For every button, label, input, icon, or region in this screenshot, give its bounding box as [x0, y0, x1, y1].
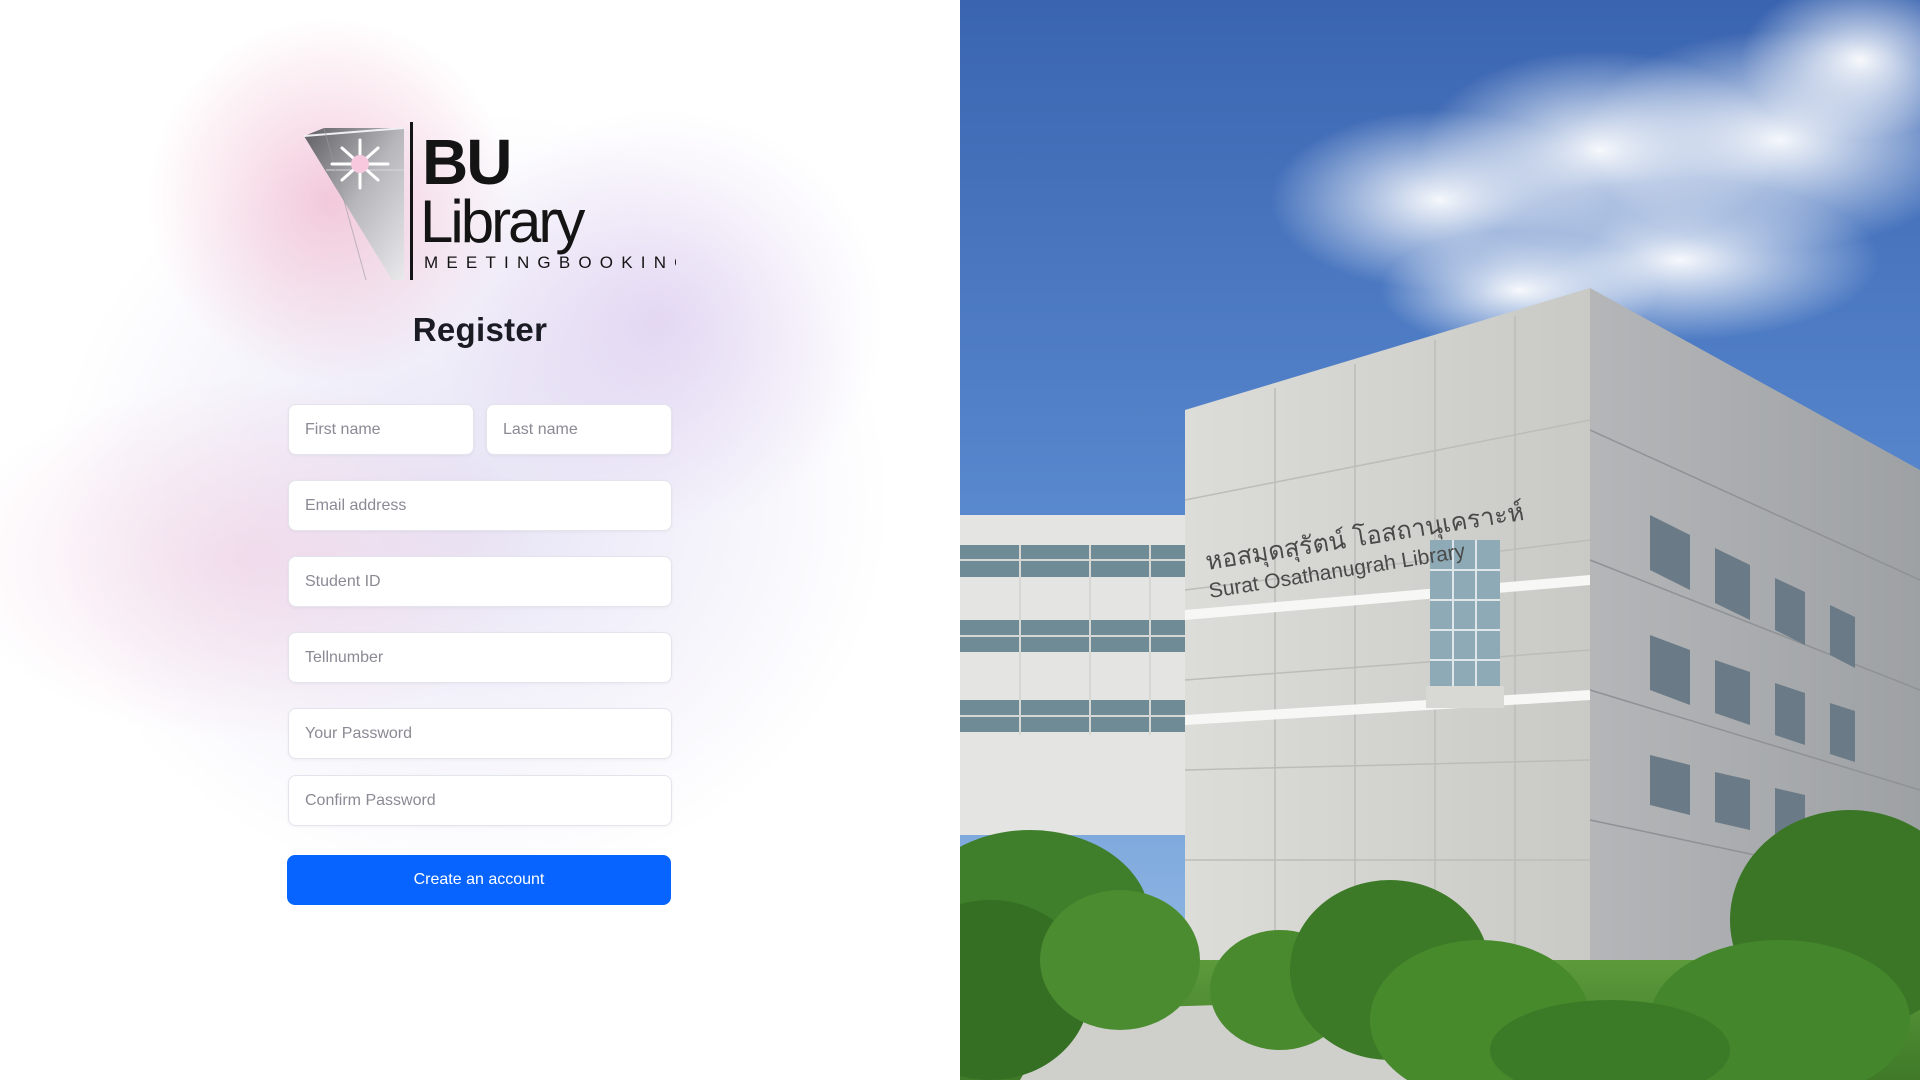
first-name-input[interactable] [289, 405, 473, 454]
logo-tagline: MEETINGBOOKING [424, 253, 676, 272]
library-photo: หอสมุดสุรัตน์ โอสถานุเคราะห์ Surat Osath… [960, 0, 1920, 1080]
logo-library-text: Library [420, 188, 585, 255]
password-field[interactable] [288, 708, 672, 759]
bu-library-logo: BU Library MEETINGBOOKING [296, 120, 676, 280]
student-id-input[interactable] [289, 557, 671, 606]
last-name-input[interactable] [487, 405, 671, 454]
confirm-password-input[interactable] [289, 776, 671, 825]
email-field[interactable] [288, 480, 672, 531]
register-panel: BU Library MEETINGBOOKING Register Creat… [0, 0, 960, 1080]
logo-divider [410, 122, 413, 280]
confirm-password-field[interactable] [288, 775, 672, 826]
tel-input[interactable] [289, 633, 671, 682]
email-input[interactable] [289, 481, 671, 530]
tel-field[interactable] [288, 632, 672, 683]
last-name-field[interactable] [486, 404, 672, 455]
building-left-wing [960, 515, 1190, 835]
first-name-field[interactable] [288, 404, 474, 455]
page-title: Register [412, 311, 548, 348]
student-id-field[interactable] [288, 556, 672, 607]
create-account-button[interactable]: Create an account [287, 855, 671, 905]
diamond-icon [303, 127, 405, 280]
password-input[interactable] [289, 709, 671, 758]
